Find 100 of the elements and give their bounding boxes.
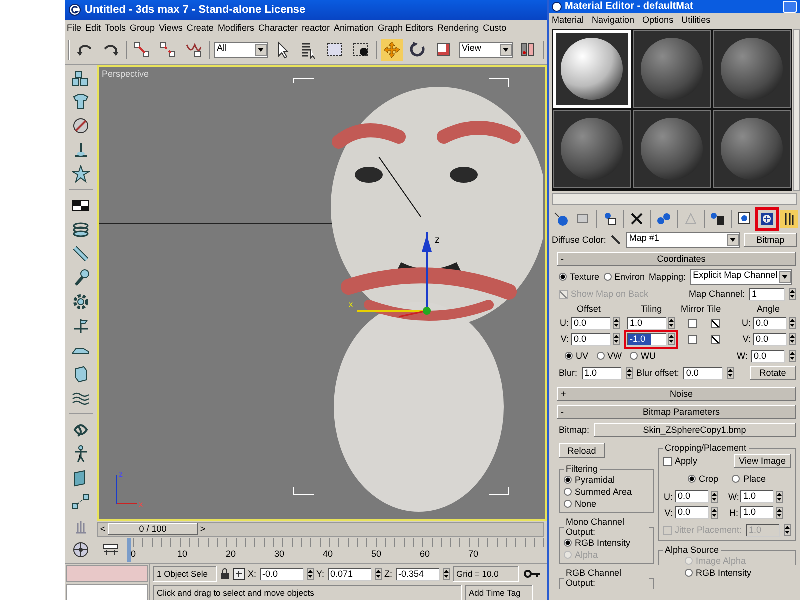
maxscript-field[interactable] — [66, 584, 148, 600]
crop-field[interactable]: 0.0 — [674, 506, 709, 519]
figure-icon[interactable] — [72, 444, 90, 463]
tube-icon[interactable] — [72, 244, 90, 263]
coordinate-field[interactable]: 0.071 — [328, 568, 372, 580]
vertical-scrollbar[interactable] — [793, 29, 800, 191]
previous-frame-button[interactable]: < — [98, 524, 108, 534]
maximize-button[interactable] — [783, 0, 797, 12]
key-filter-icon[interactable] — [103, 544, 119, 556]
rotate-button[interactable]: Rotate — [750, 366, 796, 380]
gear-icon[interactable] — [72, 292, 90, 311]
map-name-dropdown[interactable]: Map #1 — [626, 232, 740, 248]
star-figure-icon[interactable] — [72, 165, 90, 184]
checkbox[interactable] — [688, 334, 697, 344]
ball-icon[interactable] — [72, 117, 90, 136]
radio-button[interactable] — [559, 273, 567, 281]
spinner-icon[interactable] — [374, 568, 382, 580]
radio-button[interactable] — [630, 352, 638, 360]
coordinate-system-dropdown[interactable]: View — [459, 42, 513, 58]
menu-item[interactable]: Edit — [86, 23, 102, 33]
tiling-field[interactable]: -1.0 — [627, 332, 667, 346]
radio-button[interactable] — [684, 569, 693, 577]
add-time-tag-button[interactable]: Add Time Tag — [465, 585, 533, 600]
tiling-field[interactable]: 1.0 — [627, 316, 667, 330]
rollout-header[interactable]: + Noise — [557, 387, 796, 401]
spinner-icon[interactable] — [613, 317, 620, 329]
radio-button[interactable] — [596, 352, 605, 360]
show-end-result-icon[interactable] — [780, 210, 798, 228]
spinner-icon[interactable] — [626, 367, 633, 379]
menu-item[interactable]: Rendering — [438, 23, 480, 33]
time-slider-thumb[interactable]: 0 / 100 — [108, 523, 198, 535]
spinner-icon[interactable] — [613, 333, 620, 345]
dumbbell-icon[interactable] — [72, 492, 90, 511]
eyedropper-icon[interactable] — [610, 234, 622, 246]
map-type-button[interactable]: Bitmap — [744, 232, 797, 246]
radio-button[interactable] — [604, 273, 612, 281]
spinner-icon[interactable] — [789, 333, 796, 345]
coordinate-field[interactable]: -0.0 — [260, 568, 304, 580]
offset-field[interactable]: 0.0 — [571, 332, 611, 346]
menu-item[interactable]: Options — [642, 15, 674, 25]
coil-icon[interactable] — [72, 220, 90, 239]
spinner-icon[interactable] — [668, 317, 675, 329]
rollout-header[interactable]: - Bitmap Parameters — [557, 405, 796, 419]
bitmap-file-button[interactable]: Skin_ZSphereCopy1.bmp — [594, 423, 796, 437]
radio-button[interactable] — [565, 352, 573, 360]
angle-field[interactable]: 0.0 — [751, 350, 785, 362]
spinner-icon[interactable] — [442, 568, 450, 580]
spinner-icon[interactable] — [727, 367, 734, 379]
spinner-icon[interactable] — [710, 490, 718, 502]
time-slider[interactable]: < 0 / 100 > — [97, 522, 544, 536]
menu-item[interactable]: Group — [130, 23, 156, 33]
move-gizmo[interactable] — [357, 232, 432, 318]
horizontal-scrollbar[interactable] — [552, 193, 797, 205]
offset-field[interactable]: 0.0 — [571, 316, 611, 330]
spinner-icon[interactable] — [710, 506, 718, 518]
menu-item[interactable]: Tools — [105, 23, 126, 33]
radio-button[interactable] — [564, 488, 572, 496]
weathervane-icon[interactable] — [72, 317, 90, 336]
spinner-icon[interactable] — [668, 333, 675, 345]
menu-item[interactable]: Create — [186, 23, 214, 33]
view-image-button[interactable]: View Image — [734, 454, 791, 468]
spinner-icon[interactable] — [789, 288, 796, 300]
menu-item[interactable]: Character — [258, 23, 298, 33]
radio-button[interactable] — [564, 476, 572, 484]
lamp-icon[interactable] — [72, 141, 90, 160]
blur-field[interactable]: 1.0 — [582, 366, 622, 380]
selection-filter-dropdown[interactable]: All — [214, 42, 268, 58]
checkbox[interactable] — [711, 318, 720, 328]
spinner-icon[interactable] — [789, 317, 796, 329]
boxes-icon[interactable] — [72, 69, 90, 87]
menu-item[interactable]: Views — [159, 23, 183, 33]
show-map-icon[interactable] — [758, 210, 776, 228]
crop-field[interactable]: 1.0 — [740, 506, 774, 519]
blur-offset-field[interactable]: 0.0 — [683, 366, 724, 380]
menu-item[interactable]: Modifiers — [218, 23, 254, 33]
spinner-icon[interactable] — [306, 568, 314, 580]
absolute-mode-icon[interactable] — [233, 568, 245, 580]
checkbox[interactable] — [662, 456, 672, 466]
wheel-icon[interactable] — [72, 540, 90, 559]
angle-field[interactable]: 0.0 — [753, 316, 787, 330]
track-bar[interactable]: 0 10 20 30 40 50 60 70 — [127, 538, 547, 562]
menu-item[interactable]: Custo — [483, 23, 507, 33]
shirt-icon[interactable] — [72, 93, 90, 112]
menu-item[interactable]: reactor — [302, 23, 330, 33]
radio-button[interactable] — [564, 539, 572, 547]
radio-button[interactable] — [688, 475, 696, 483]
menu-item[interactable]: Graph Editors — [378, 23, 434, 33]
spinner-icon[interactable] — [789, 350, 796, 362]
menu-item[interactable]: Material — [552, 15, 584, 25]
reload-button[interactable]: Reload — [559, 443, 605, 458]
menu-item[interactable]: File — [67, 23, 82, 33]
crop-field[interactable]: 1.0 — [740, 490, 774, 503]
radio-button[interactable] — [564, 500, 572, 508]
rollout-header[interactable]: - Coordinates — [557, 252, 796, 266]
wrench-icon[interactable] — [72, 268, 90, 287]
lock-icon[interactable] — [220, 568, 230, 580]
map-channel-field[interactable]: 1 — [749, 288, 785, 300]
next-frame-button[interactable]: > — [198, 524, 208, 534]
viewport[interactable]: Perspective z x z x — [97, 65, 547, 521]
get-material-icon[interactable] — [552, 210, 570, 228]
